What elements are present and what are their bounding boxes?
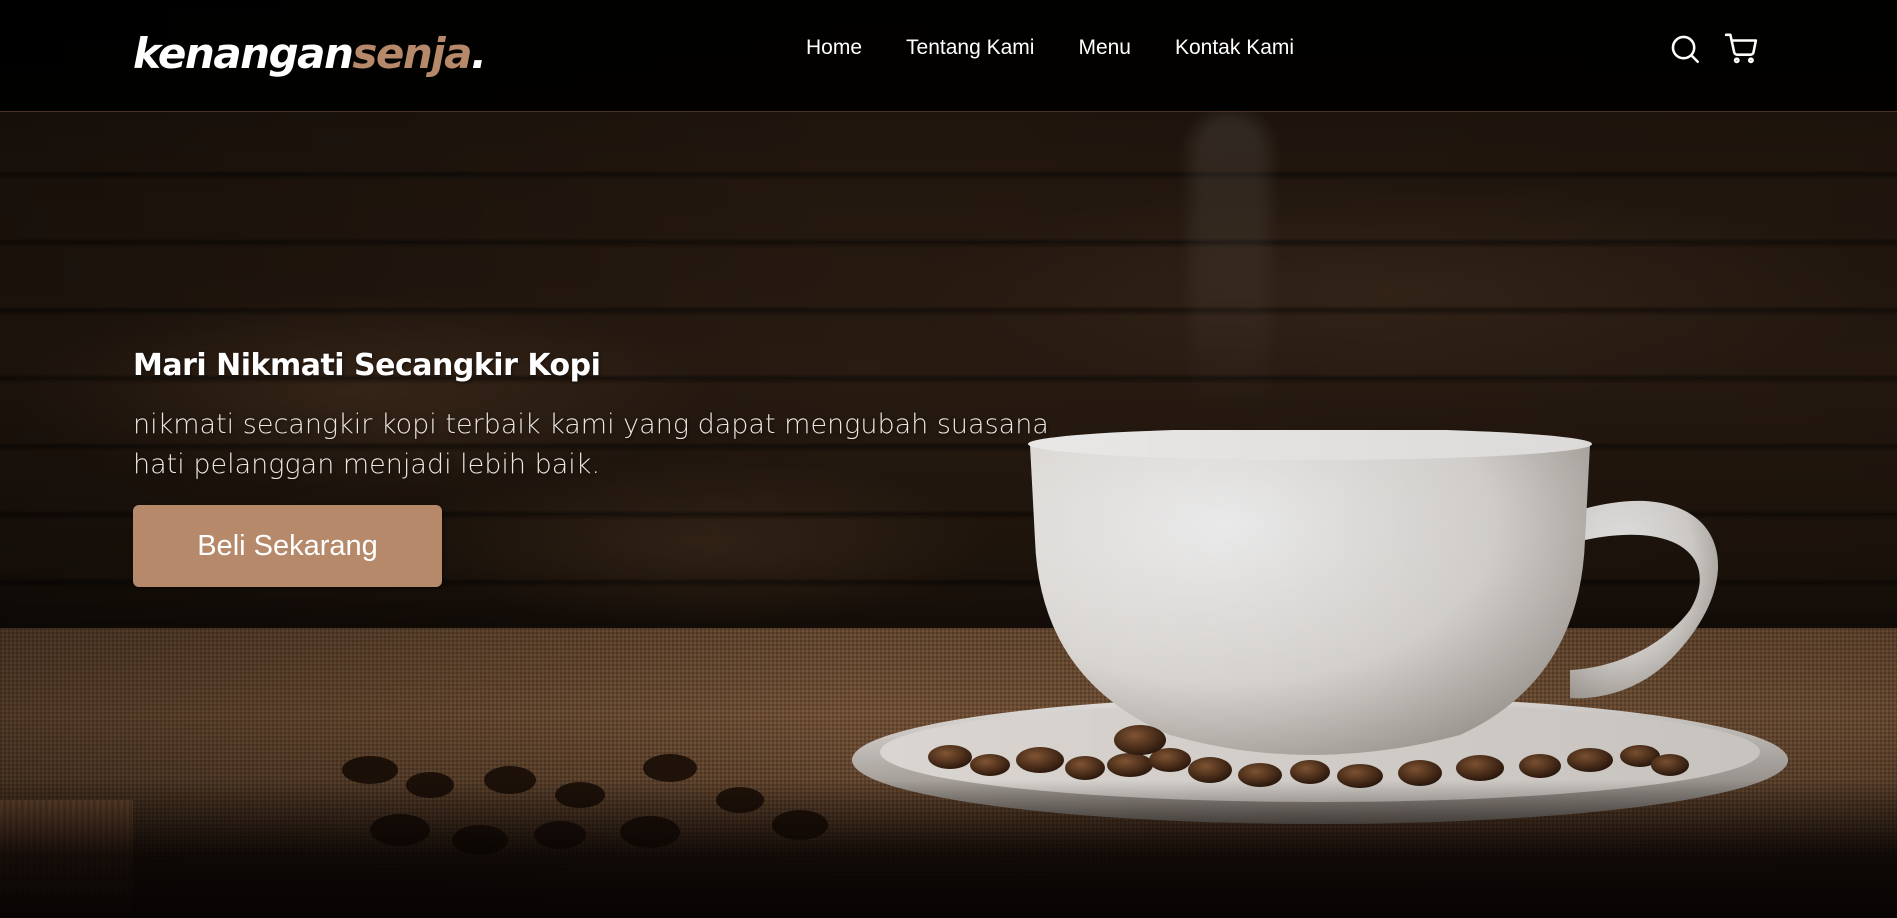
brand-name-part2: senja: [352, 29, 472, 78]
hero-bottom-fade: [0, 780, 1897, 918]
nav-link-menu[interactable]: Menu: [1078, 34, 1131, 62]
shopping-cart-icon[interactable]: [1724, 32, 1758, 66]
hero-title: Mari Nikmati Secangkir Kopi: [133, 348, 601, 383]
brand-dot: .: [471, 29, 487, 78]
hero-content: Mari Nikmati Secangkir Kopi nikmati seca…: [133, 345, 1093, 587]
brand-logo[interactable]: kenangansenja.: [133, 28, 487, 80]
search-icon[interactable]: [1668, 32, 1702, 66]
nav-link-kontak-kami[interactable]: Kontak Kami: [1175, 34, 1294, 62]
brand-name-part1: kenangan: [133, 29, 354, 78]
nav-links: Home Tentang Kami Menu Kontak Kami: [806, 34, 1294, 62]
hero-description: nikmati secangkir kopi terbaik kami yang…: [133, 409, 1049, 480]
nav-link-home[interactable]: Home: [806, 34, 862, 62]
buy-now-button[interactable]: Beli Sekarang: [133, 505, 442, 587]
navbar: kenangansenja. Home Tentang Kami Menu Ko…: [0, 0, 1897, 112]
nav-icons: [1668, 32, 1758, 66]
nav-link-tentang-kami[interactable]: Tentang Kami: [906, 34, 1034, 62]
